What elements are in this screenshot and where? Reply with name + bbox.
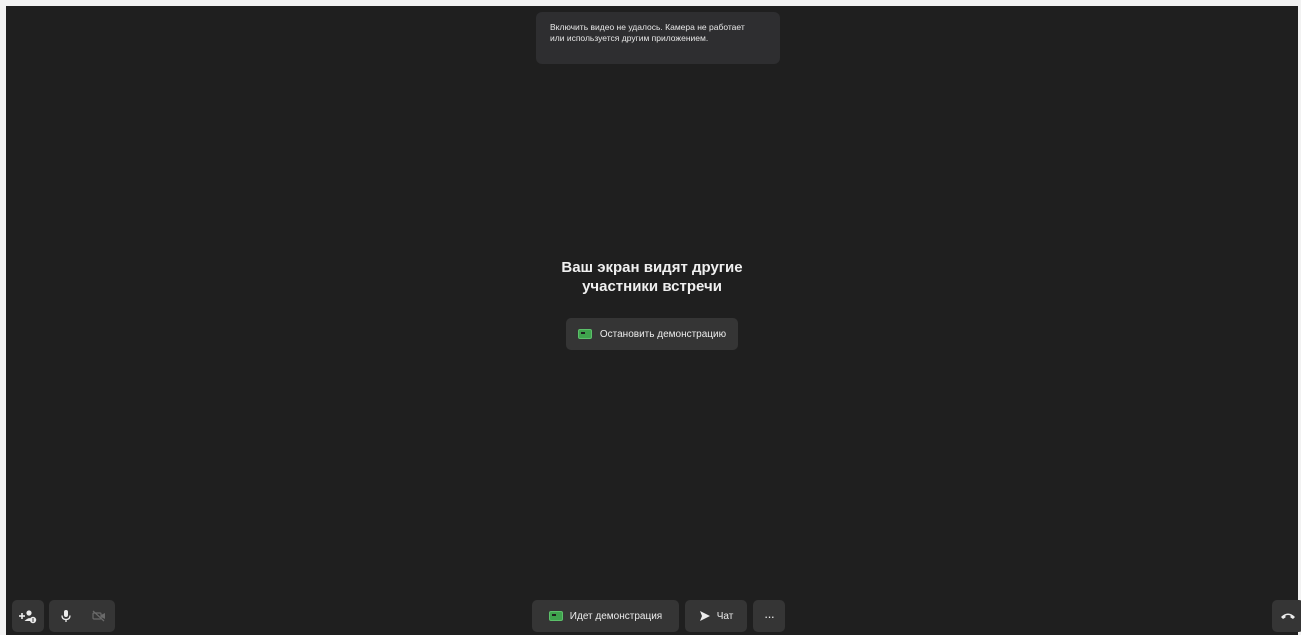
camera-button[interactable] bbox=[82, 600, 115, 632]
screen-share-notice: Ваш экран видят другие участники встречи… bbox=[6, 258, 1298, 350]
toast-line-1: Включить видео не удалось. Камера не раб… bbox=[550, 22, 745, 32]
screen-share-icon bbox=[548, 611, 563, 621]
toast-line-2: или используется другим приложением. bbox=[550, 33, 709, 43]
title-line-2: участники встречи bbox=[582, 278, 722, 295]
meeting-window: Включить видео не удалось. Камера не раб… bbox=[0, 0, 1301, 635]
hang-up-button[interactable] bbox=[1272, 600, 1301, 632]
more-icon: ··· bbox=[764, 608, 775, 624]
demonstration-status-button[interactable]: Идет демонстрация bbox=[532, 600, 679, 632]
send-icon bbox=[699, 611, 710, 621]
more-options-button[interactable]: ··· bbox=[753, 600, 785, 632]
phone-hangup-icon bbox=[1281, 613, 1295, 619]
microphone-icon bbox=[60, 610, 71, 622]
demonstration-status-label: Идет демонстрация bbox=[569, 610, 663, 622]
camera-off-icon bbox=[91, 610, 105, 622]
camera-error-toast: Включить видео не удалось. Камера не раб… bbox=[536, 12, 780, 64]
invite-participant-button[interactable] bbox=[12, 600, 44, 632]
chat-button[interactable]: Чат bbox=[685, 600, 747, 632]
microphone-button[interactable] bbox=[49, 600, 82, 632]
mic-camera-group bbox=[49, 600, 115, 632]
chat-label: Чат bbox=[716, 610, 734, 622]
stop-demonstration-label: Остановить демонстрацию bbox=[599, 328, 727, 340]
screen-share-icon bbox=[577, 329, 592, 339]
title-line-1: Ваш экран видят другие bbox=[561, 259, 743, 276]
screen-share-title: Ваш экран видят другие участники встречи bbox=[522, 258, 782, 296]
add-user-icon bbox=[19, 610, 37, 624]
stop-demonstration-button[interactable]: Остановить демонстрацию bbox=[565, 318, 739, 350]
